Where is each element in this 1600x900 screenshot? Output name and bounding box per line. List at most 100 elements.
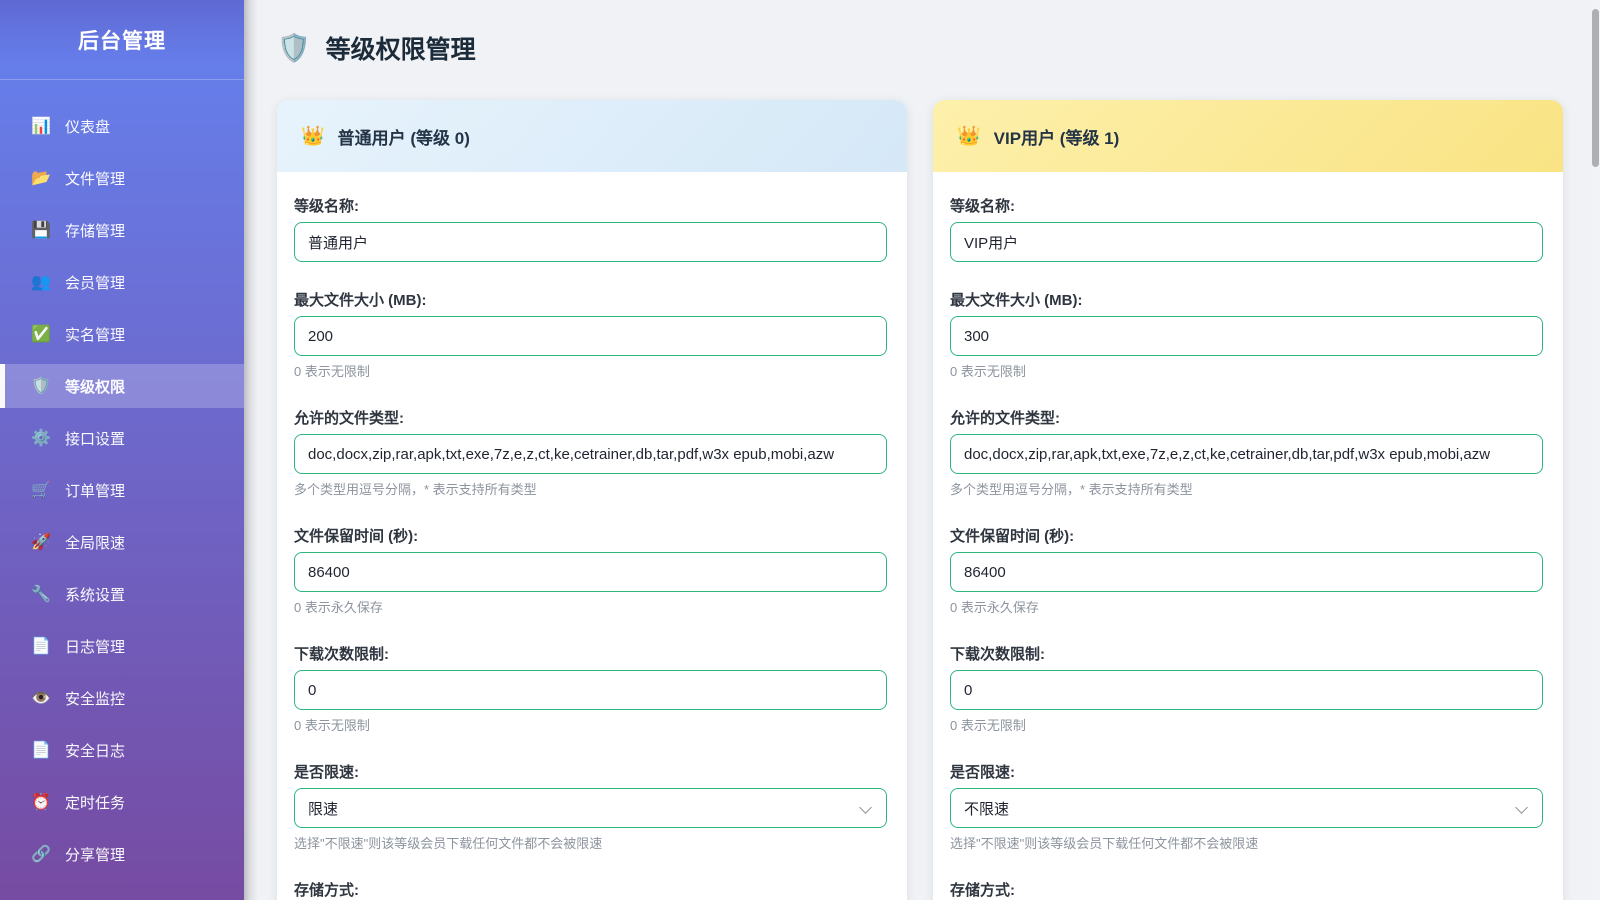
sidebar-item-label: 分享管理 <box>65 844 125 865</box>
allowed-file-types-input[interactable] <box>294 434 887 474</box>
field-allowed-file-types: 允许的文件类型:多个类型用逗号分隔，* 表示支持所有类型 <box>294 410 887 498</box>
speed-limit-label: 是否限速: <box>294 764 887 782</box>
sidebar-item-scheduled-tasks[interactable]: ⏰定时任务 <box>0 780 244 824</box>
field-storage-method: 存储方式: <box>294 882 887 900</box>
sidebar-item-file-management[interactable]: 📂文件管理 <box>0 156 244 200</box>
speed-limit-select[interactable]: 不限速 <box>950 788 1543 828</box>
storage-method-label: 存储方式: <box>950 882 1543 900</box>
allowed-file-types-hint: 多个类型用逗号分隔，* 表示支持所有类型 <box>294 481 887 498</box>
level-name-label: 等级名称: <box>950 198 1543 216</box>
allowed-file-types-input[interactable] <box>950 434 1543 474</box>
level-cards: 👑普通用户 (等级 0)等级名称:最大文件大小 (MB):0 表示无限制允许的文… <box>277 100 1591 900</box>
max-file-size-input[interactable] <box>950 316 1543 356</box>
sidebar-nav: 📊 仪表盘 📂文件管理 💾 存储管理 👥 会员管理 ✅实名管理 🛡️等级权限 ⚙️ 接口设置 🛒 订单管… <box>0 80 244 876</box>
level-name-input[interactable] <box>294 222 887 262</box>
sidebar-item-label: 安全日志 <box>65 740 125 761</box>
field-speed-limit: 是否限速: 不限速选择"不限速"则该等级会员下载任何文件都不会被限速 <box>950 764 1543 852</box>
retention-seconds-label: 文件保留时间 (秒): <box>294 528 887 546</box>
sidebar-item-label: 等级权限 <box>65 376 125 397</box>
field-level-name: 等级名称: <box>294 198 887 262</box>
speed-limit-select[interactable]: 限速 <box>294 788 887 828</box>
page-title: 等级权限管理 <box>326 30 476 66</box>
level-name-input[interactable] <box>950 222 1543 262</box>
sidebar-item-log-management[interactable]: 📄日志管理 <box>0 624 244 668</box>
field-max-file-size: 最大文件大小 (MB): 0 表示无限制 <box>950 292 1543 380</box>
sidebar: 后台管理 📊 仪表盘 📂文件管理 💾 存储管理 👥 会员管理 ✅实名管理 🛡️等级权限 ⚙️ 接口设… <box>0 0 244 900</box>
document-icon: 📄 <box>30 740 52 760</box>
sidebar-item-label: 仪表盘 <box>65 116 110 137</box>
wrench-icon: 🔧 <box>30 584 52 604</box>
crown-icon: 👑 <box>301 127 325 146</box>
cart-icon: 🛒 <box>30 480 52 500</box>
field-retention-seconds: 文件保留时间 (秒):0 表示永久保存 <box>950 528 1543 616</box>
allowed-file-types-hint: 多个类型用逗号分隔，* 表示支持所有类型 <box>950 481 1543 498</box>
download-limit-input[interactable] <box>950 670 1543 710</box>
sidebar-shadow <box>244 0 258 900</box>
sidebar-item-system-settings[interactable]: 🔧 系统设置 <box>0 572 244 616</box>
card-body-level-0: 等级名称:最大文件大小 (MB):0 表示无限制允许的文件类型:多个类型用逗号分… <box>277 172 907 900</box>
floppy-disk-icon: 💾 <box>30 220 52 240</box>
scrollbar-thumb[interactable] <box>1592 9 1599 167</box>
sidebar-item-dashboard[interactable]: 📊 仪表盘 <box>0 104 244 148</box>
sidebar-item-member-management[interactable]: 👥 会员管理 <box>0 260 244 304</box>
sidebar-item-share-management[interactable]: 🔗 分享管理 <box>0 832 244 876</box>
sidebar-item-api-settings[interactable]: ⚙️ 接口设置 <box>0 416 244 460</box>
page-scrollbar[interactable] <box>1591 0 1600 900</box>
users-icon: 👥 <box>30 272 52 292</box>
sidebar-item-label: 订单管理 <box>65 480 125 501</box>
download-limit-label: 下载次数限制: <box>950 646 1543 664</box>
download-limit-input[interactable] <box>294 670 887 710</box>
sidebar-item-label: 接口设置 <box>65 428 125 449</box>
link-icon: 🔗 <box>30 844 52 864</box>
sidebar-item-label: 存储管理 <box>65 220 125 241</box>
speed-limit-hint: 选择"不限速"则该等级会员下载任何文件都不会被限速 <box>294 835 887 852</box>
speed-limit-hint: 选择"不限速"则该等级会员下载任何文件都不会被限速 <box>950 835 1543 852</box>
download-limit-label: 下载次数限制: <box>294 646 887 664</box>
retention-seconds-hint: 0 表示永久保存 <box>294 599 887 616</box>
card-header-level-1: 👑 VIP用户 (等级 1) <box>933 100 1563 172</box>
alarm-clock-icon: ⏰ <box>30 792 52 812</box>
sidebar-item-order-management[interactable]: 🛒 订单管理 <box>0 468 244 512</box>
sidebar-item-label: 安全监控 <box>65 688 125 709</box>
sidebar-item-label: 日志管理 <box>65 636 125 657</box>
card-body-level-1: 等级名称:最大文件大小 (MB):0 表示无限制允许的文件类型:多个类型用逗号分… <box>933 172 1563 900</box>
download-limit-hint: 0 表示无限制 <box>950 717 1543 734</box>
field-speed-limit: 是否限速: 限速选择"不限速"则该等级会员下载任何文件都不会被限速 <box>294 764 887 852</box>
field-level-name: 等级名称: <box>950 198 1543 262</box>
field-download-limit: 下载次数限制: 0 表示无限制 <box>294 646 887 734</box>
max-file-size-hint: 0 表示无限制 <box>294 363 887 380</box>
crown-icon: 👑 <box>957 127 981 146</box>
sidebar-item-label: 系统设置 <box>65 584 125 605</box>
download-limit-hint: 0 表示无限制 <box>294 717 887 734</box>
bar-chart-icon: 📊 <box>30 116 52 136</box>
sidebar-item-realname-management[interactable]: ✅实名管理 <box>0 312 244 356</box>
speed-limit-selected-value: 限速 <box>308 798 338 819</box>
page-header: 🛡️ 等级权限管理 <box>277 28 1591 68</box>
card-title: 普通用户 (等级 0) <box>338 124 470 149</box>
field-allowed-file-types: 允许的文件类型:多个类型用逗号分隔，* 表示支持所有类型 <box>950 410 1543 498</box>
card-header-level-0: 👑 普通用户 (等级 0) <box>277 100 907 172</box>
max-file-size-label: 最大文件大小 (MB): <box>294 292 887 310</box>
card-title: VIP用户 (等级 1) <box>994 124 1120 149</box>
max-file-size-label: 最大文件大小 (MB): <box>950 292 1543 310</box>
folder-icon: 📂 <box>30 168 52 188</box>
retention-seconds-input[interactable] <box>950 552 1543 592</box>
sidebar-item-security-monitor[interactable]: 👁️ 安全监控 <box>0 676 244 720</box>
max-file-size-hint: 0 表示无限制 <box>950 363 1543 380</box>
sidebar-item-level-permissions[interactable]: 🛡️等级权限 <box>0 364 244 408</box>
eye-icon: 👁️ <box>30 688 52 708</box>
shield-icon: 🛡️ <box>277 35 311 62</box>
app-title: 后台管理 <box>0 0 244 80</box>
retention-seconds-input[interactable] <box>294 552 887 592</box>
sidebar-item-label: 会员管理 <box>65 272 125 293</box>
retention-seconds-hint: 0 表示永久保存 <box>950 599 1543 616</box>
main-content: 🛡️ 等级权限管理 👑 普通用户 (等级 0) 等级名称: 最大文件大小 (MB): 0… <box>244 0 1591 900</box>
sidebar-item-security-logs[interactable]: 📄 安全日志 <box>0 728 244 772</box>
gear-icon: ⚙️ <box>30 428 52 448</box>
speed-limit-label: 是否限速: <box>950 764 1543 782</box>
sidebar-item-label: 全局限速 <box>65 532 125 553</box>
sidebar-item-global-speed-limit[interactable]: 🚀全局限速 <box>0 520 244 564</box>
max-file-size-input[interactable] <box>294 316 887 356</box>
sidebar-item-storage-management[interactable]: 💾 存储管理 <box>0 208 244 252</box>
field-download-limit: 下载次数限制: 0 表示无限制 <box>950 646 1543 734</box>
